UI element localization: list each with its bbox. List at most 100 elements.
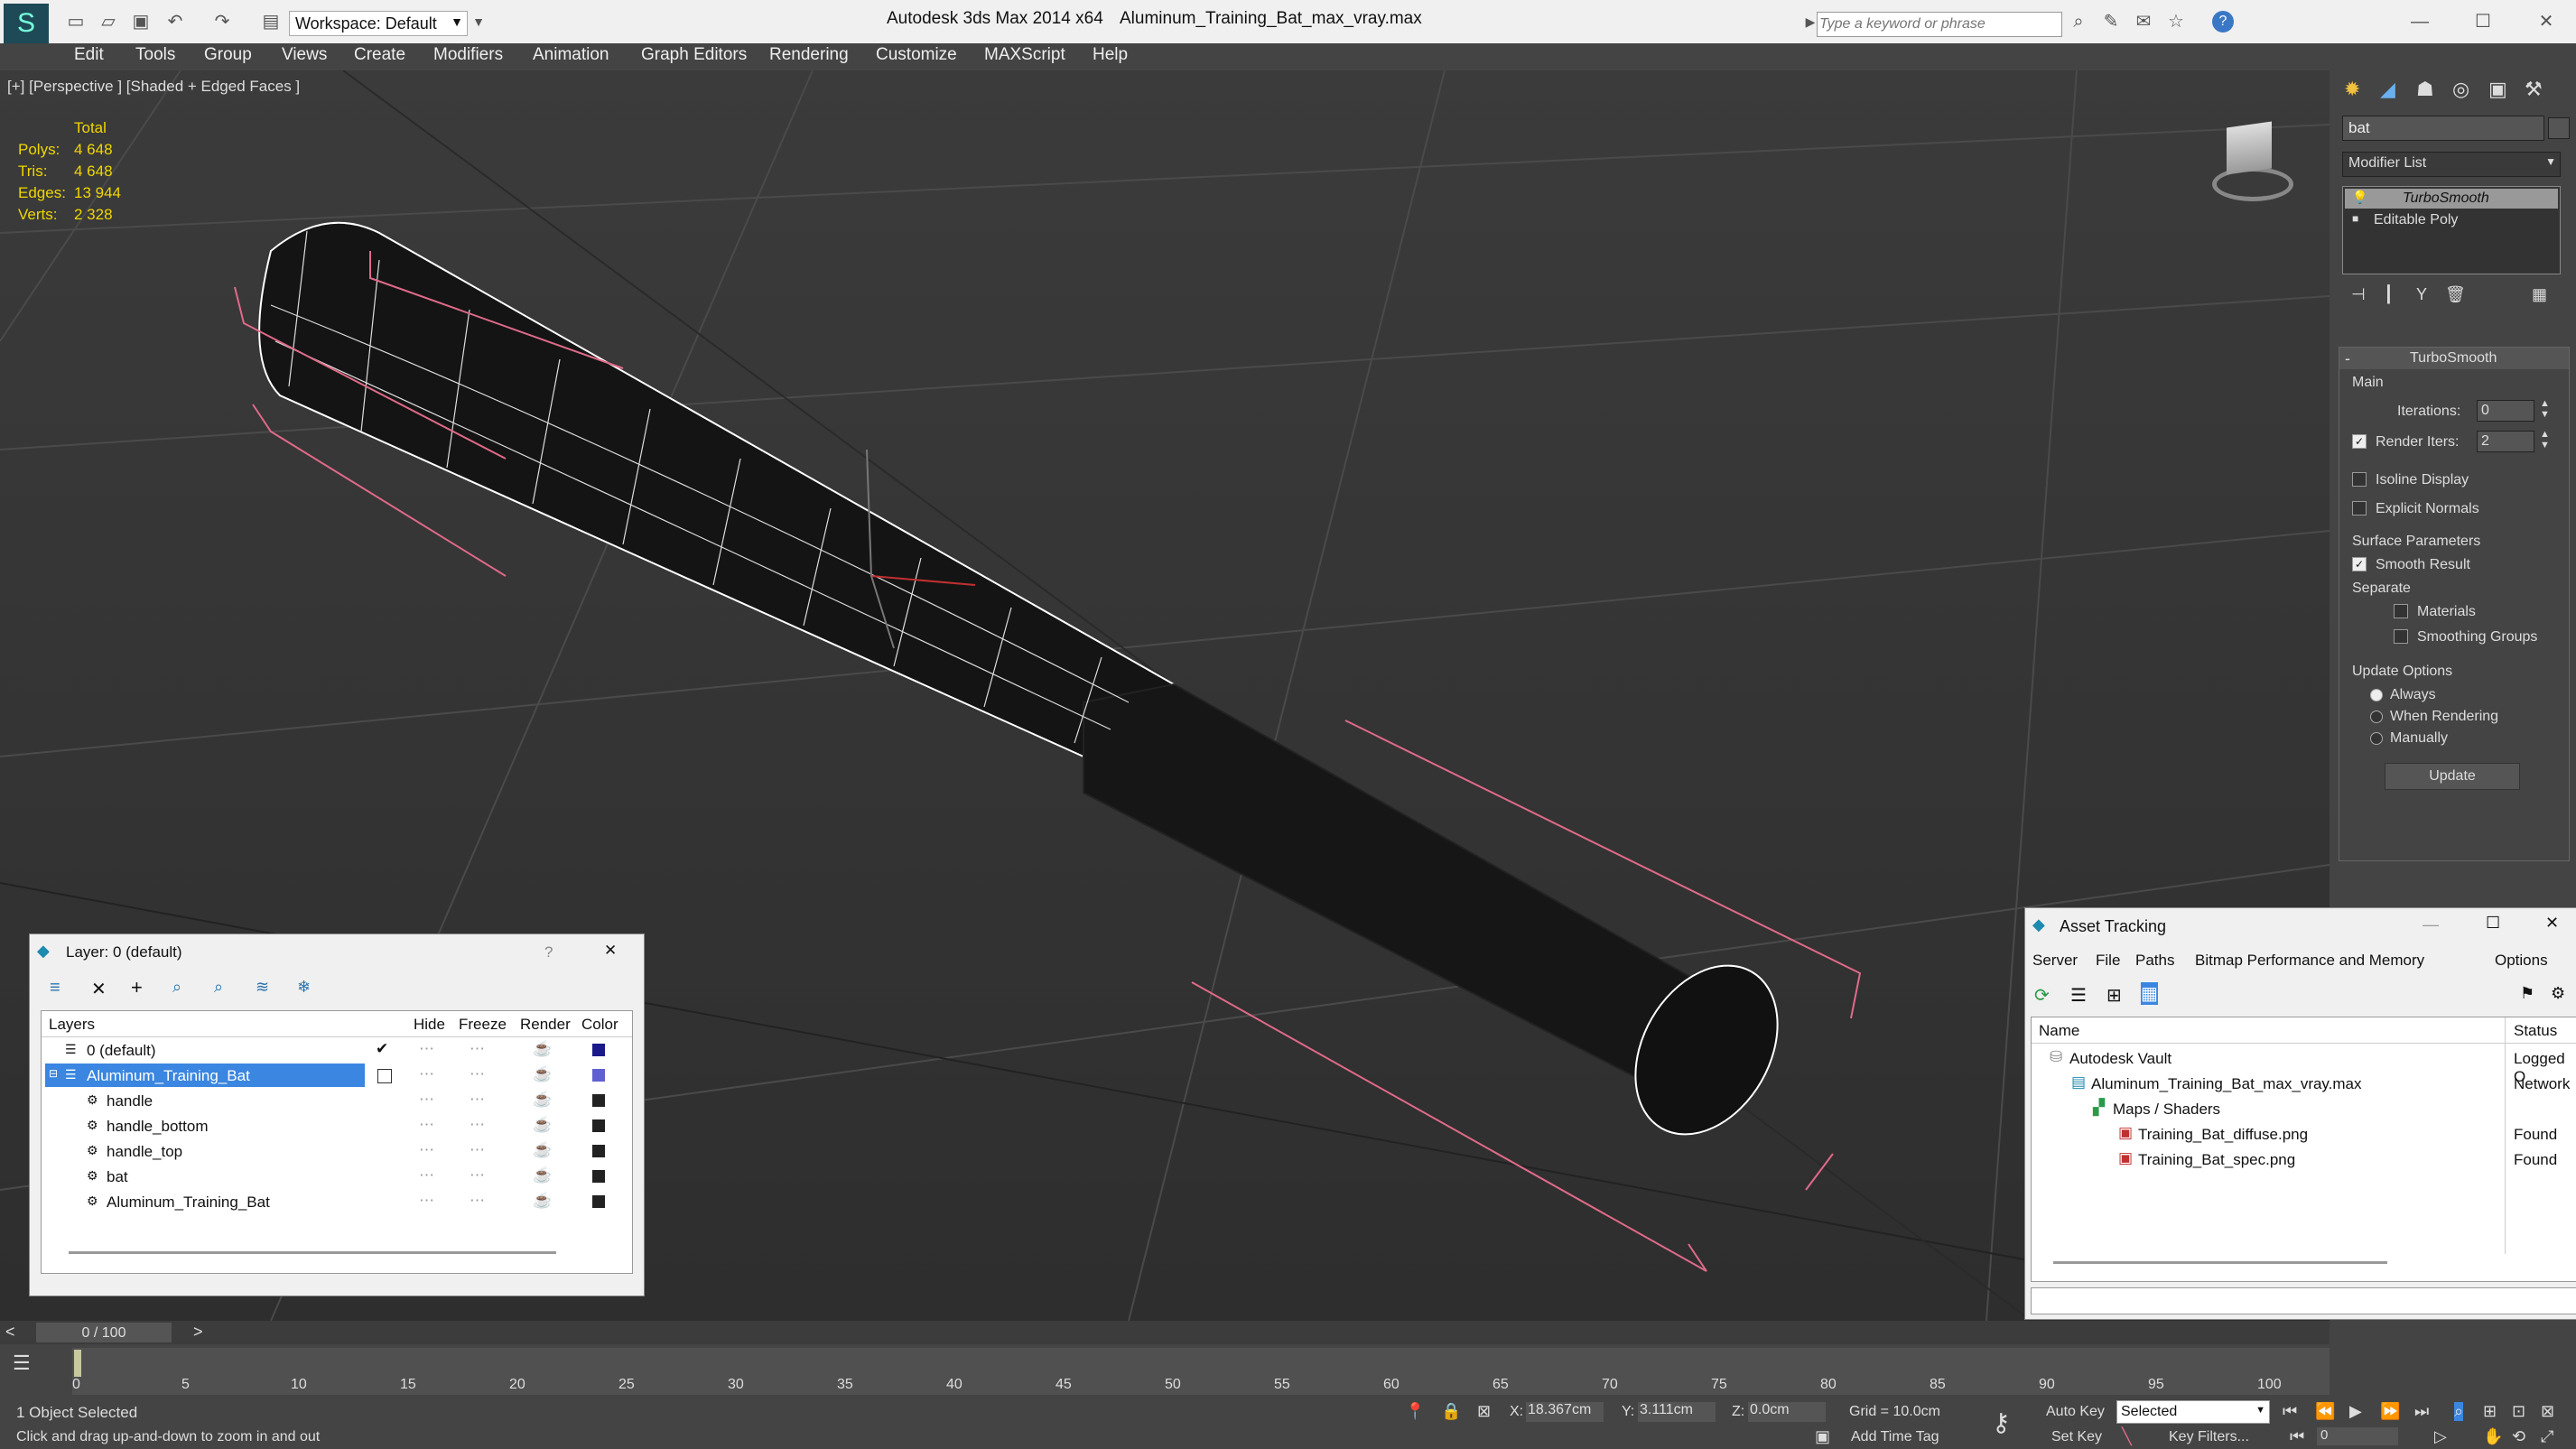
menu-help[interactable]: Help (1093, 45, 1128, 65)
menu-graph-editors[interactable]: Graph Editors (641, 45, 747, 65)
object-color-swatch[interactable] (592, 1195, 605, 1208)
object-color-swatch[interactable] (592, 1119, 605, 1132)
delete-layer-icon[interactable]: ✕ (91, 978, 107, 1000)
object-color-swatch[interactable] (2548, 117, 2570, 139)
hide-toggle[interactable]: ⋯ (419, 1141, 434, 1159)
column-name[interactable]: Name (2039, 1022, 2079, 1040)
spinner-arrows-icon[interactable]: ▲ ▼ (2540, 429, 2550, 450)
refresh-icon[interactable]: ⟳ (2034, 984, 2050, 1007)
hide-all-layers-icon[interactable]: ≋ (256, 978, 269, 997)
close-icon[interactable]: ✕ (604, 942, 617, 960)
minimize-icon[interactable]: — (2423, 915, 2439, 934)
freeze-toggle[interactable]: ⋯ (470, 1116, 485, 1134)
menu-create[interactable]: Create (354, 45, 405, 65)
key-mode-dropdown[interactable]: Selected ▼ (2116, 1400, 2270, 1424)
motion-tab-icon[interactable]: ◎ (2452, 78, 2469, 101)
menu-animation[interactable]: Animation (533, 45, 609, 65)
freeze-toggle[interactable]: ⋯ (470, 1166, 485, 1184)
when-rendering-radio[interactable] (2370, 711, 2383, 723)
bat-barrel[interactable] (258, 221, 1176, 758)
menu-paths[interactable]: Paths (2135, 952, 2174, 970)
menu-maxscript[interactable]: MAXScript (984, 45, 1065, 65)
horizontal-scrollbar[interactable] (2053, 1261, 2387, 1264)
menu-options[interactable]: Options (2495, 952, 2548, 970)
menu-modifiers[interactable]: Modifiers (433, 45, 503, 65)
add-time-tag-label[interactable]: Add Time Tag (1851, 1429, 1939, 1445)
asset-row[interactable]: ▞ Maps / Shaders (2032, 1097, 2576, 1122)
hide-toggle[interactable]: ⋯ (419, 1065, 434, 1083)
render-teapot-icon[interactable]: ☕ (533, 1116, 552, 1134)
menu-file[interactable]: File (2096, 952, 2120, 970)
pan-icon[interactable]: ✋ (2483, 1427, 2503, 1446)
column-layers[interactable]: Layers (49, 1016, 95, 1034)
set-active-layer-checkbox[interactable] (377, 1069, 392, 1083)
layer-row-selected[interactable]: ⊟ ☰ Aluminum_Training_Bat ⋯ ⋯ ☕ (42, 1064, 619, 1089)
object-name-field[interactable]: bat (2342, 116, 2544, 141)
column-freeze[interactable]: Freeze (459, 1016, 507, 1034)
binoculars-icon[interactable]: ⌕ (2068, 11, 2089, 33)
help-icon[interactable]: ? (2212, 11, 2234, 33)
freeze-toggle[interactable]: ⋯ (470, 1141, 485, 1159)
select-in-layer-icon[interactable]: ⌕ (172, 978, 181, 997)
menu-bitmap-performance[interactable]: Bitmap Performance and Memory (2195, 952, 2424, 970)
menu-customize[interactable]: Customize (876, 45, 957, 65)
y-coordinate-field[interactable]: 3.111cm (1638, 1402, 1716, 1422)
update-button[interactable]: Update (2385, 763, 2520, 790)
object-row[interactable]: ⚙ handle_top ⋯ ⋯ ☕ (42, 1139, 619, 1165)
isoline-display-checkbox[interactable] (2352, 472, 2367, 487)
render-teapot-icon[interactable]: ☕ (533, 1065, 552, 1083)
list-view-icon[interactable]: ☰ (2070, 984, 2087, 1007)
menu-group[interactable]: Group (204, 45, 252, 65)
x-coordinate-field[interactable]: 18.367cm (1526, 1402, 1604, 1422)
add-to-layer-icon[interactable]: + (131, 976, 143, 999)
smooth-result-checkbox[interactable]: ✓ (2352, 557, 2367, 571)
freeze-toggle[interactable]: ⋯ (470, 1091, 485, 1109)
rollout-header[interactable]: - TurboSmooth (2339, 348, 2569, 369)
set-key-icon[interactable]: ⚷ (1992, 1407, 2011, 1437)
object-color-swatch[interactable] (592, 1094, 605, 1107)
workspace-dropdown[interactable]: Workspace: Default ▼ (289, 11, 468, 36)
menu-server[interactable]: Server (2032, 952, 2078, 970)
manually-radio[interactable] (2370, 732, 2383, 745)
project-folder-icon[interactable]: ▤ (260, 11, 282, 33)
modifier-stack[interactable]: 💡 TurboSmooth ■ Editable Poly (2342, 186, 2561, 274)
selection-lock-icon[interactable]: 🔒 (1441, 1402, 1461, 1421)
stack-item-turbosmooth[interactable]: 💡 TurboSmooth (2345, 189, 2558, 209)
freeze-toggle[interactable]: ⋯ (470, 1192, 485, 1210)
minimize-icon[interactable]: — (2409, 11, 2431, 33)
asset-path-field[interactable] (2031, 1287, 2576, 1314)
smoothing-groups-checkbox[interactable] (2394, 629, 2408, 644)
customize-toolbar-icon[interactable]: ▼ (468, 11, 489, 33)
hide-toggle[interactable]: ⋯ (419, 1166, 434, 1184)
field-of-view-icon[interactable]: ▷ (2434, 1427, 2447, 1446)
expand-icon[interactable]: ■ (2352, 212, 2358, 225)
zoom-extents-all-icon[interactable]: ⊠ (2541, 1402, 2554, 1421)
object-row[interactable]: ⚙ Aluminum_Training_Bat ⋯ ⋯ ☕ (42, 1190, 619, 1215)
undo-icon[interactable]: ↶ (164, 11, 186, 33)
render-teapot-icon[interactable]: ☕ (533, 1141, 552, 1159)
open-file-icon[interactable]: ▱ (98, 11, 119, 33)
table-view-icon[interactable]: ▦ (2141, 982, 2158, 1005)
track-bar[interactable]: 0 5 10 15 20 25 30 35 40 45 50 55 60 65 70 75 80 85 90 95 10… (72, 1348, 2330, 1395)
time-tag-icon[interactable]: ▣ (1815, 1427, 1830, 1446)
current-frame-field[interactable]: 0 (2317, 1427, 2398, 1445)
auto-key-button[interactable]: Auto Key (2046, 1404, 2105, 1420)
render-teapot-icon[interactable]: ☕ (533, 1192, 552, 1210)
object-row[interactable]: ⚙ handle_bottom ⋯ ⋯ ☕ (42, 1114, 619, 1139)
absolute-mode-icon[interactable]: ⊠ (1477, 1402, 1491, 1421)
save-file-icon[interactable]: ▣ (130, 11, 152, 33)
freeze-toggle[interactable]: ⋯ (470, 1040, 485, 1058)
render-teapot-icon[interactable]: ☕ (533, 1166, 552, 1184)
spinner-arrows-icon[interactable]: ▲ ▼ (2540, 398, 2550, 420)
make-unique-icon[interactable]: Y (2416, 285, 2427, 304)
goto-end-icon[interactable]: ⏭ (2414, 1402, 2429, 1421)
layer-color-swatch[interactable] (592, 1069, 605, 1082)
modifier-list-dropdown[interactable]: Modifier List ▼ (2342, 152, 2561, 177)
active-layer-checkmark-icon[interactable]: ✔ (376, 1040, 388, 1058)
highlight-editor-icon[interactable]: ⚑ (2520, 984, 2534, 1003)
hide-toggle[interactable]: ⋯ (419, 1192, 434, 1210)
next-key-icon[interactable]: ⏩ (2380, 1402, 2400, 1421)
next-frame-icon[interactable]: > (193, 1323, 203, 1342)
menu-views[interactable]: Views (282, 45, 327, 65)
column-color[interactable]: Color (581, 1016, 618, 1034)
